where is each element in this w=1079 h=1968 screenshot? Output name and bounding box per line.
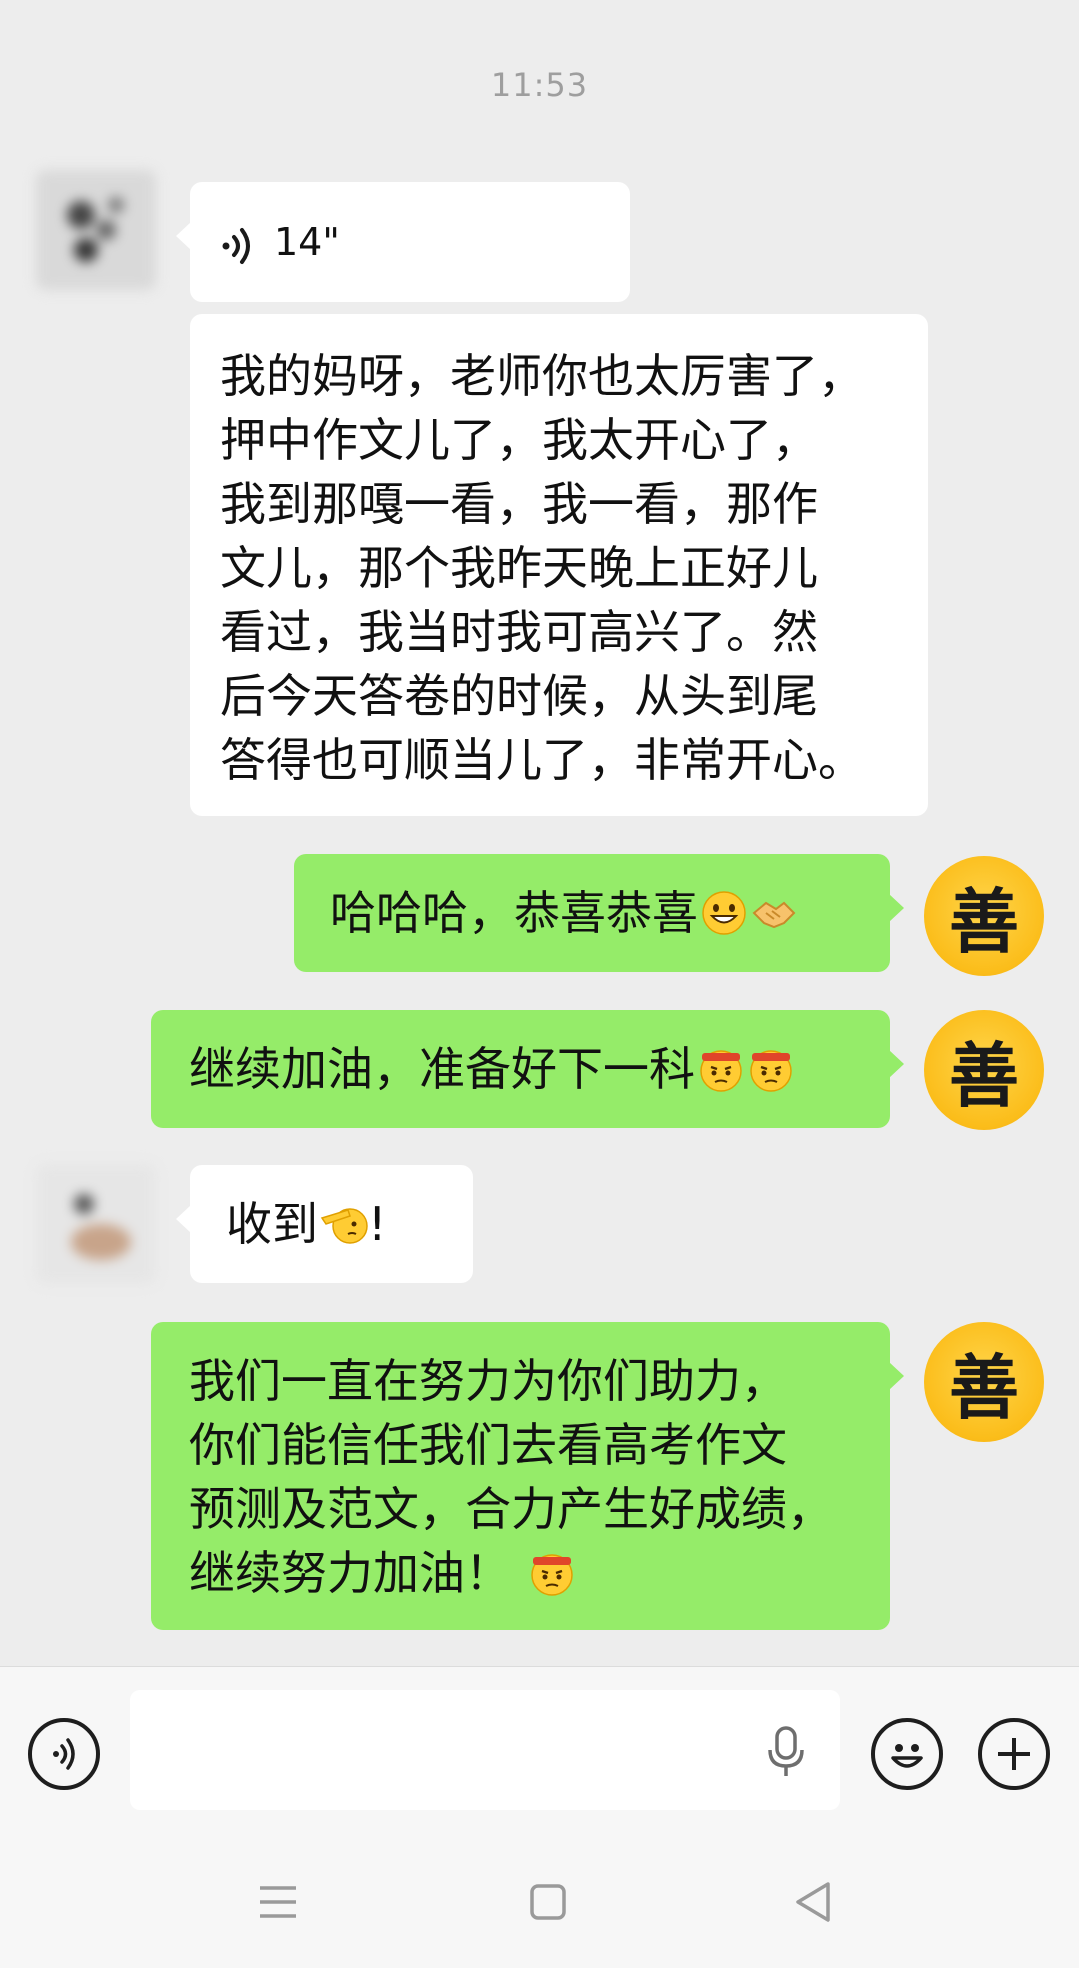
grin-emoji <box>700 889 748 937</box>
contact-avatar[interactable] <box>36 1164 156 1284</box>
home-square-icon[interactable] <box>528 1882 568 1922</box>
message-text: 收到 <box>226 1197 318 1251</box>
voice-wave-icon <box>216 220 260 264</box>
incoming-message-bubble: 我的妈呀，老师你也太厉害了， 押中作文儿了，我太开心了， 我到那嘎一看，我一看，… <box>190 314 928 816</box>
voice-toggle-button[interactable] <box>28 1718 100 1790</box>
message-line: 继续努力加油！ <box>189 1546 511 1600</box>
emoji-button[interactable] <box>871 1718 943 1790</box>
outgoing-message-bubble: 继续加油，准备好下一科 <box>151 1010 904 1128</box>
message-text: 继续加油，准备好下一科 <box>189 1042 695 1096</box>
message-line: 我的妈呀，老师你也太厉害了， <box>220 349 864 403</box>
message-suffix: ! <box>368 1197 387 1251</box>
back-triangle-icon[interactable] <box>792 1880 836 1924</box>
self-avatar[interactable]: 善 <box>924 856 1044 976</box>
microphone-icon[interactable] <box>764 1726 808 1778</box>
salute-emoji <box>320 1200 368 1248</box>
outgoing-message-bubble: 哈哈哈，恭喜恭喜 <box>294 854 904 972</box>
incoming-message-bubble: 收到! <box>176 1165 473 1283</box>
plus-circle-icon <box>994 1734 1034 1774</box>
message-line: 你们能信任我们去看高考作文 <box>189 1418 787 1472</box>
message-line: 答得也可顺当儿了，非常开心。 <box>220 733 864 787</box>
determined-emoji <box>697 1045 745 1093</box>
outgoing-message-bubble: 我们一直在努力为你们助力， 你们能信任我们去看高考作文 预测及范文，合力产生好成… <box>151 1322 904 1630</box>
message-line: 文儿，那个我昨天晚上正好儿 <box>220 541 818 595</box>
more-actions-button[interactable] <box>978 1718 1050 1790</box>
emoji-face-icon <box>883 1730 931 1778</box>
menu-lines-icon[interactable] <box>258 1882 298 1922</box>
message-timestamp: 11:53 <box>490 66 589 104</box>
message-line: 我们一直在努力为你们助力， <box>189 1354 787 1408</box>
message-line: 看过，我当时我可高兴了。然 <box>220 605 818 659</box>
self-avatar[interactable]: 善 <box>924 1322 1044 1442</box>
determined-emoji <box>528 1549 576 1597</box>
message-line: 后今天答卷的时候，从头到尾 <box>220 669 818 723</box>
self-avatar[interactable]: 善 <box>924 1010 1044 1130</box>
determined-emoji <box>747 1045 795 1093</box>
contact-avatar[interactable] <box>36 170 156 290</box>
message-line: 押中作文儿了，我太开心了， <box>220 413 818 467</box>
voice-message-bubble[interactable]: 14" <box>176 182 630 302</box>
message-line: 我到那嘎一看，我一看，那作 <box>220 477 818 531</box>
voice-duration: 14" <box>274 220 340 264</box>
message-text: 哈哈哈，恭喜恭喜 <box>330 886 698 940</box>
voice-toggle-icon <box>44 1734 84 1774</box>
message-line: 预测及范文，合力产生好成绩， <box>189 1482 833 1536</box>
message-input[interactable] <box>130 1690 840 1810</box>
handshake-emoji <box>750 889 798 937</box>
